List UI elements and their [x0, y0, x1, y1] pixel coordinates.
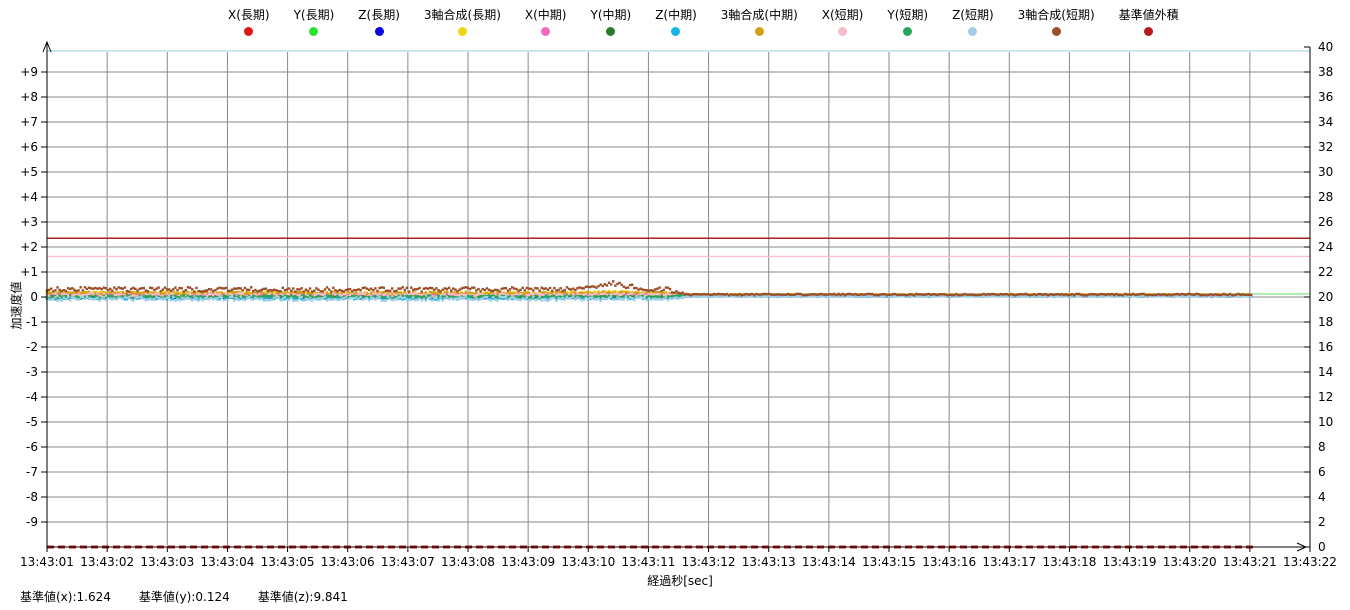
y-axis-right-ticks: 4038363432302826242220181614121086420 — [1304, 40, 1333, 554]
y-right-tick-label: 14 — [1318, 365, 1333, 379]
y-left-tick-label: +8 — [20, 90, 38, 104]
y-left-tick-label: -6 — [26, 440, 38, 454]
y-left-tick-label: -9 — [26, 515, 38, 529]
y-left-tick-label: -5 — [26, 415, 38, 429]
acceleration-chart: +9+8+7+6+5+4+3+2+10-1-2-3-4-5-6-7-8-9403… — [0, 0, 1350, 610]
x-axis-title: 経過秒[sec] — [600, 572, 760, 589]
x-tick-label: 13:43:18 — [1042, 555, 1096, 569]
y-right-tick-label: 12 — [1318, 390, 1333, 404]
y-right-tick-label: 16 — [1318, 340, 1333, 354]
y-left-tick-label: +6 — [20, 140, 38, 154]
y-left-tick-label: -2 — [26, 340, 38, 354]
y-left-tick-label: -8 — [26, 490, 38, 504]
y-right-tick-label: 4 — [1318, 490, 1326, 504]
y-left-tick-label: +1 — [20, 265, 38, 279]
x-tick-label: 13:43:11 — [621, 555, 675, 569]
y-right-tick-label: 0 — [1318, 540, 1326, 554]
y-right-tick-label: 6 — [1318, 465, 1326, 479]
x-tick-label: 13:43:14 — [802, 555, 856, 569]
y-right-tick-label: 36 — [1318, 90, 1333, 104]
acceleration-monitor-page: X(長期)Y(長期)Z(長期)3軸合成(長期)X(中期)Y(中期)Z(中期)3軸… — [0, 0, 1350, 610]
y-right-tick-label: 38 — [1318, 65, 1333, 79]
y-left-tick-label: -7 — [26, 465, 38, 479]
y-right-tick-label: 40 — [1318, 40, 1333, 54]
x-tick-label: 13:43:15 — [862, 555, 916, 569]
x-tick-label: 13:43:21 — [1223, 555, 1277, 569]
x-tick-label: 13:43:12 — [682, 555, 736, 569]
y-right-tick-label: 18 — [1318, 315, 1333, 329]
y-left-tick-label: -1 — [26, 315, 38, 329]
x-tick-label: 13:43:19 — [1103, 555, 1157, 569]
x-tick-label: 13:43:03 — [140, 555, 194, 569]
y-right-tick-label: 28 — [1318, 190, 1333, 204]
y-left-tick-label: 0 — [30, 290, 38, 304]
y-right-tick-label: 22 — [1318, 265, 1333, 279]
x-tick-label: 13:43:01 — [20, 555, 74, 569]
base-values-bar: 基準値(x):1.624 基準値(y):0.124 基準値(z):9.841 — [20, 588, 348, 605]
x-tick-label: 13:43:05 — [261, 555, 315, 569]
y-right-tick-label: 10 — [1318, 415, 1333, 429]
y-left-tick-label: +7 — [20, 115, 38, 129]
x-tick-label: 13:43:13 — [742, 555, 796, 569]
y-left-tick-label: +3 — [20, 215, 38, 229]
y-right-tick-label: 32 — [1318, 140, 1333, 154]
y-left-tick-label: +5 — [20, 165, 38, 179]
x-tick-label: 13:43:16 — [922, 555, 976, 569]
y-left-tick-label: -4 — [26, 390, 38, 404]
x-tick-label: 13:43:08 — [441, 555, 495, 569]
base-value-z: 基準値(z):9.841 — [258, 588, 348, 605]
y-left-tick-label: +2 — [20, 240, 38, 254]
x-tick-label: 13:43:22 — [1283, 555, 1337, 569]
data-series — [46, 280, 1253, 302]
x-tick-label: 13:43:09 — [501, 555, 555, 569]
y-right-tick-label: 30 — [1318, 165, 1333, 179]
y-left-tick-label: -3 — [26, 365, 38, 379]
y-right-tick-label: 8 — [1318, 440, 1326, 454]
x-axis-ticks: 13:43:01 13:43:02 13:43:03 13:43:04 13:43:05… — [20, 547, 1337, 569]
y-left-tick-label: +4 — [20, 190, 38, 204]
x-tick-label: 13:43:17 — [982, 555, 1036, 569]
x-tick-label: 13:43:02 — [80, 555, 134, 569]
base-value-y: 基準値(y):0.124 — [139, 588, 230, 605]
x-tick-label: 13:43:10 — [561, 555, 615, 569]
y-right-tick-label: 24 — [1318, 240, 1333, 254]
y-axis-title: 加速度値 — [8, 280, 25, 332]
y-left-tick-label: +9 — [20, 65, 38, 79]
x-tick-label: 13:43:04 — [200, 555, 254, 569]
base-value-x: 基準値(x):1.624 — [20, 588, 111, 605]
y-right-tick-label: 34 — [1318, 115, 1333, 129]
y-right-tick-label: 26 — [1318, 215, 1333, 229]
x-tick-label: 13:43:07 — [381, 555, 435, 569]
y-right-tick-label: 2 — [1318, 515, 1326, 529]
x-tick-label: 13:43:06 — [321, 555, 375, 569]
y-right-tick-label: 20 — [1318, 290, 1333, 304]
x-tick-label: 13:43:20 — [1163, 555, 1217, 569]
